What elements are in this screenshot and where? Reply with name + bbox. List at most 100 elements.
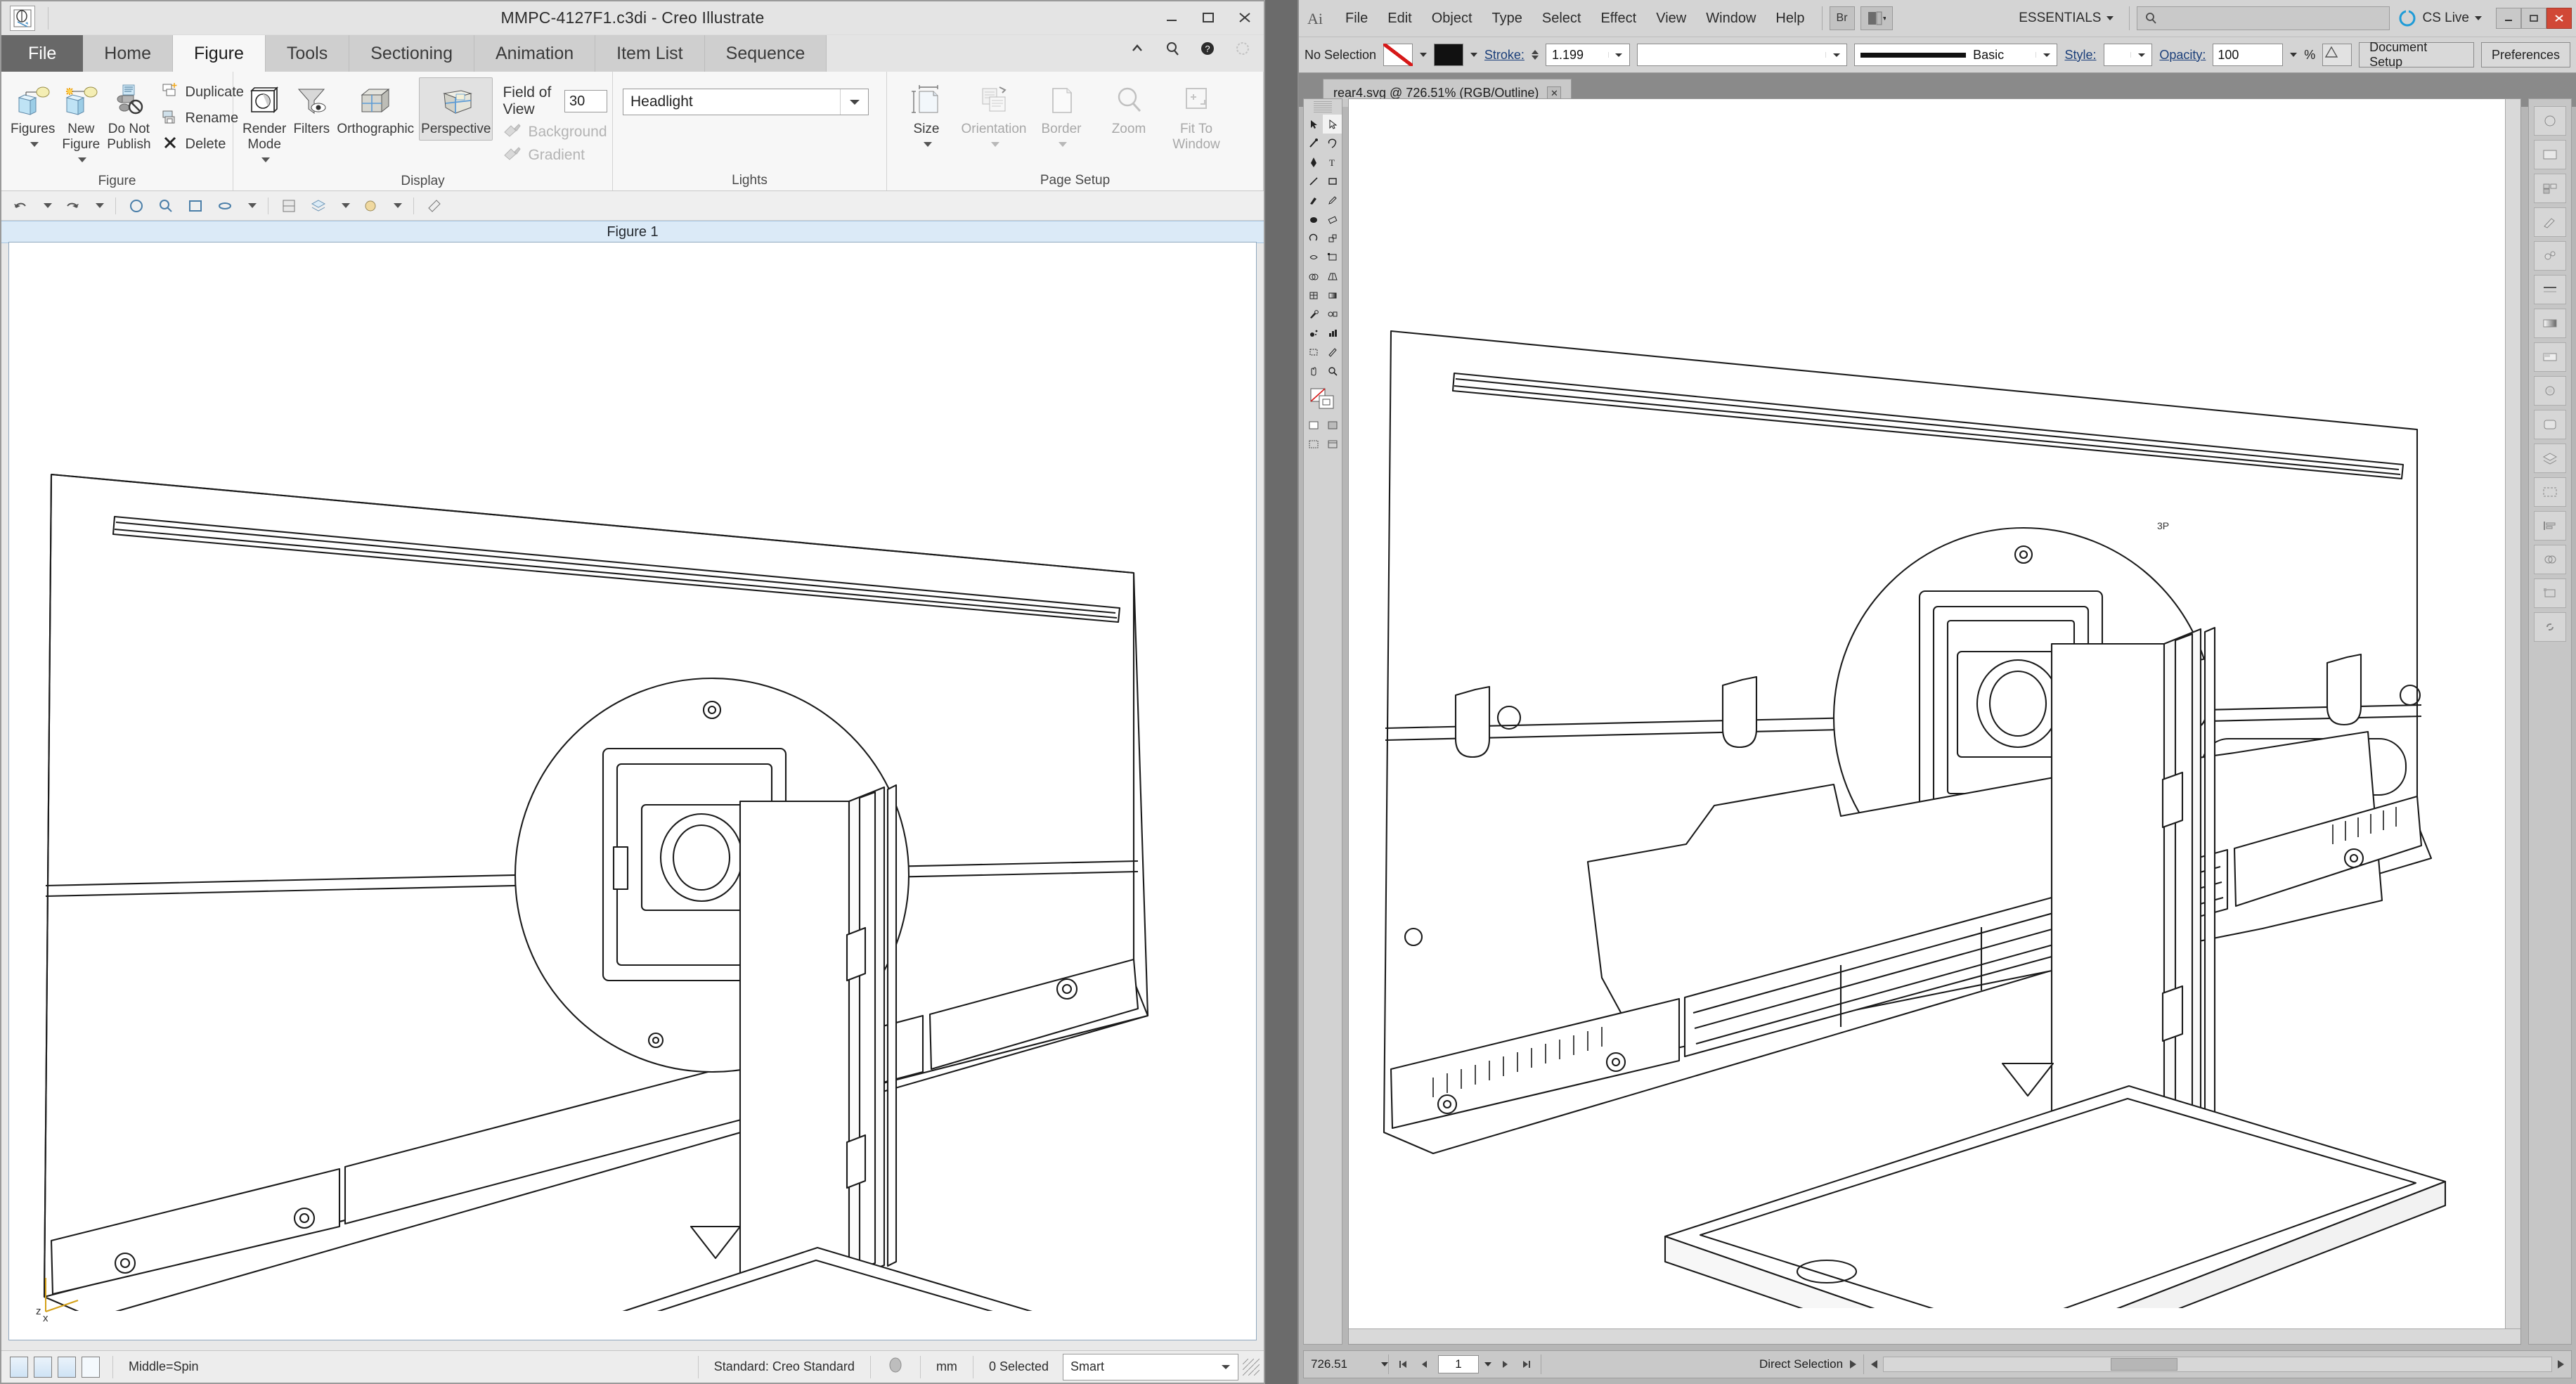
canvas-vertical-scrollbar[interactable] <box>2505 99 2520 1344</box>
brushes-panel-icon[interactable] <box>2534 207 2566 237</box>
search-input[interactable] <box>2137 6 2390 30</box>
menu-object[interactable]: Object <box>1422 11 1482 27</box>
pathfinder-panel-icon[interactable] <box>2534 545 2566 574</box>
maximize-icon[interactable] <box>1199 8 1217 27</box>
close-icon[interactable] <box>1236 8 1254 27</box>
artboard-tool-icon[interactable] <box>1304 342 1323 361</box>
perspective-grid-tool-icon[interactable] <box>1323 266 1342 285</box>
chevron-down-icon[interactable] <box>2035 52 2057 58</box>
lights-combo[interactable]: Headlight <box>623 89 869 115</box>
transparency-panel-icon[interactable] <box>2534 342 2566 372</box>
single-view-icon[interactable] <box>10 1357 28 1378</box>
last-artboard-icon[interactable] <box>1518 1357 1534 1372</box>
align-panel-icon[interactable] <box>2534 511 2566 541</box>
layers-panel-icon[interactable] <box>2534 444 2566 473</box>
chevron-down-icon[interactable] <box>78 157 86 162</box>
current-tool-status[interactable]: Direct Selection <box>1752 1357 1863 1371</box>
free-transform-tool-icon[interactable] <box>1323 247 1342 266</box>
line-segment-tool-icon[interactable] <box>1304 172 1323 190</box>
filters-button[interactable]: Filters <box>291 77 332 141</box>
scale-tool-icon[interactable] <box>1323 228 1342 247</box>
layers-icon[interactable] <box>309 197 328 215</box>
resize-grip[interactable] <box>1243 1359 1260 1376</box>
chevron-down-icon[interactable] <box>1214 1364 1238 1370</box>
pen-tool-icon[interactable] <box>1304 153 1323 172</box>
style-label[interactable]: Style: <box>2064 48 2096 63</box>
slice-tool-icon[interactable] <box>1323 342 1342 361</box>
zoom-fit-icon[interactable] <box>186 197 205 215</box>
perspective-button[interactable]: Perspective <box>419 77 493 141</box>
isolate-blending-icon[interactable] <box>2322 44 2352 66</box>
opacity-input[interactable]: 100 <box>2213 44 2283 66</box>
arrange-documents-icon[interactable] <box>1860 6 1893 30</box>
restore-icon[interactable] <box>2521 8 2546 29</box>
fit-to-window-button[interactable]: Fit To Window <box>1164 77 1229 156</box>
tab-home[interactable]: Home <box>83 35 173 72</box>
cs-live-button[interactable]: CS Live <box>2390 9 2490 27</box>
paintbrush-tool-icon[interactable] <box>1304 190 1323 209</box>
measure-icon[interactable] <box>425 197 444 215</box>
color-mode-icon[interactable] <box>1304 415 1323 434</box>
gradient-panel-icon[interactable] <box>2534 309 2566 338</box>
screen-mode-icon[interactable] <box>1323 434 1342 453</box>
chevron-down-icon[interactable] <box>44 203 52 208</box>
tab-sectioning[interactable]: Sectioning <box>349 35 474 72</box>
chevron-down-icon[interactable] <box>924 142 932 147</box>
tab-file[interactable]: File <box>1 35 83 72</box>
menu-type[interactable]: Type <box>1482 11 1532 27</box>
page-zoom-button[interactable]: Zoom <box>1096 77 1161 141</box>
color-guide-panel-icon[interactable] <box>2534 140 2566 169</box>
render-mode-button[interactable]: Render Mode <box>240 77 288 172</box>
help-icon[interactable]: ? <box>1198 39 1217 58</box>
stroke-weight-stepper[interactable] <box>1532 50 1539 60</box>
artboard-number-field[interactable]: 1 <box>1438 1355 1479 1373</box>
chevron-down-icon[interactable] <box>342 203 350 208</box>
swatches-panel-icon[interactable] <box>2534 174 2566 203</box>
zoom-in-icon[interactable] <box>157 197 175 215</box>
collapse-ribbon-icon[interactable] <box>1127 39 1147 58</box>
redo-icon[interactable] <box>63 197 82 215</box>
stacked-view-icon[interactable] <box>58 1357 76 1378</box>
snap-mode-combo[interactable]: Smart <box>1063 1354 1238 1380</box>
menu-edit[interactable]: Edit <box>1378 11 1421 27</box>
chevron-down-icon[interactable] <box>991 142 999 147</box>
panel-grip[interactable] <box>1314 101 1332 112</box>
spin-icon[interactable] <box>216 197 234 215</box>
creo-canvas[interactable]: z x <box>8 242 1257 1340</box>
menu-help[interactable]: Help <box>1766 11 1814 27</box>
chevron-down-icon[interactable] <box>2130 52 2151 58</box>
gradient-row[interactable]: Gradient <box>503 145 607 164</box>
fill-stroke-indicator[interactable] <box>1304 380 1342 411</box>
page-size-button[interactable]: Size <box>894 77 959 156</box>
color-panel-icon[interactable] <box>2534 106 2566 136</box>
column-graph-tool-icon[interactable] <box>1323 323 1342 342</box>
type-tool-icon[interactable]: T <box>1323 153 1342 172</box>
eyedropper-tool-icon[interactable] <box>1304 304 1323 323</box>
magic-wand-tool-icon[interactable] <box>1304 134 1323 153</box>
status-menu-icon[interactable] <box>1850 1360 1856 1369</box>
bridge-button[interactable]: Br <box>1830 6 1855 30</box>
gradient-mode-icon[interactable] <box>1323 415 1342 434</box>
pencil-tool-icon[interactable] <box>1323 190 1342 209</box>
links-panel-icon[interactable] <box>2534 612 2566 642</box>
opacity-dropdown-icon[interactable] <box>2290 53 2297 57</box>
graphic-style-combo[interactable]: Basic <box>1854 44 2057 66</box>
blob-brush-tool-icon[interactable] <box>1304 209 1323 228</box>
brush-definition-combo[interactable] <box>1637 44 1847 66</box>
hand-tool-icon[interactable] <box>1304 361 1323 380</box>
preferences-button[interactable]: Preferences <box>2481 42 2570 67</box>
color-indicator[interactable] <box>876 1356 914 1378</box>
view-preset-icon[interactable] <box>280 197 298 215</box>
tab-tools[interactable]: Tools <box>266 35 349 72</box>
chevron-down-icon[interactable] <box>1420 53 1427 57</box>
transform-panel-icon[interactable] <box>2534 578 2566 608</box>
chevron-down-icon[interactable] <box>1608 52 1629 58</box>
do-not-publish-button[interactable]: Do Not Publish <box>105 77 153 156</box>
next-artboard-icon[interactable] <box>1497 1357 1513 1372</box>
creo-document-tab[interactable]: Figure 1 <box>1 221 1264 243</box>
page-border-button[interactable]: Border <box>1029 77 1094 156</box>
gradient-tool-icon[interactable] <box>1323 285 1342 304</box>
mesh-tool-icon[interactable] <box>1304 285 1323 304</box>
field-of-view-input[interactable]: 30 <box>564 90 607 112</box>
width-tool-icon[interactable] <box>1304 247 1323 266</box>
